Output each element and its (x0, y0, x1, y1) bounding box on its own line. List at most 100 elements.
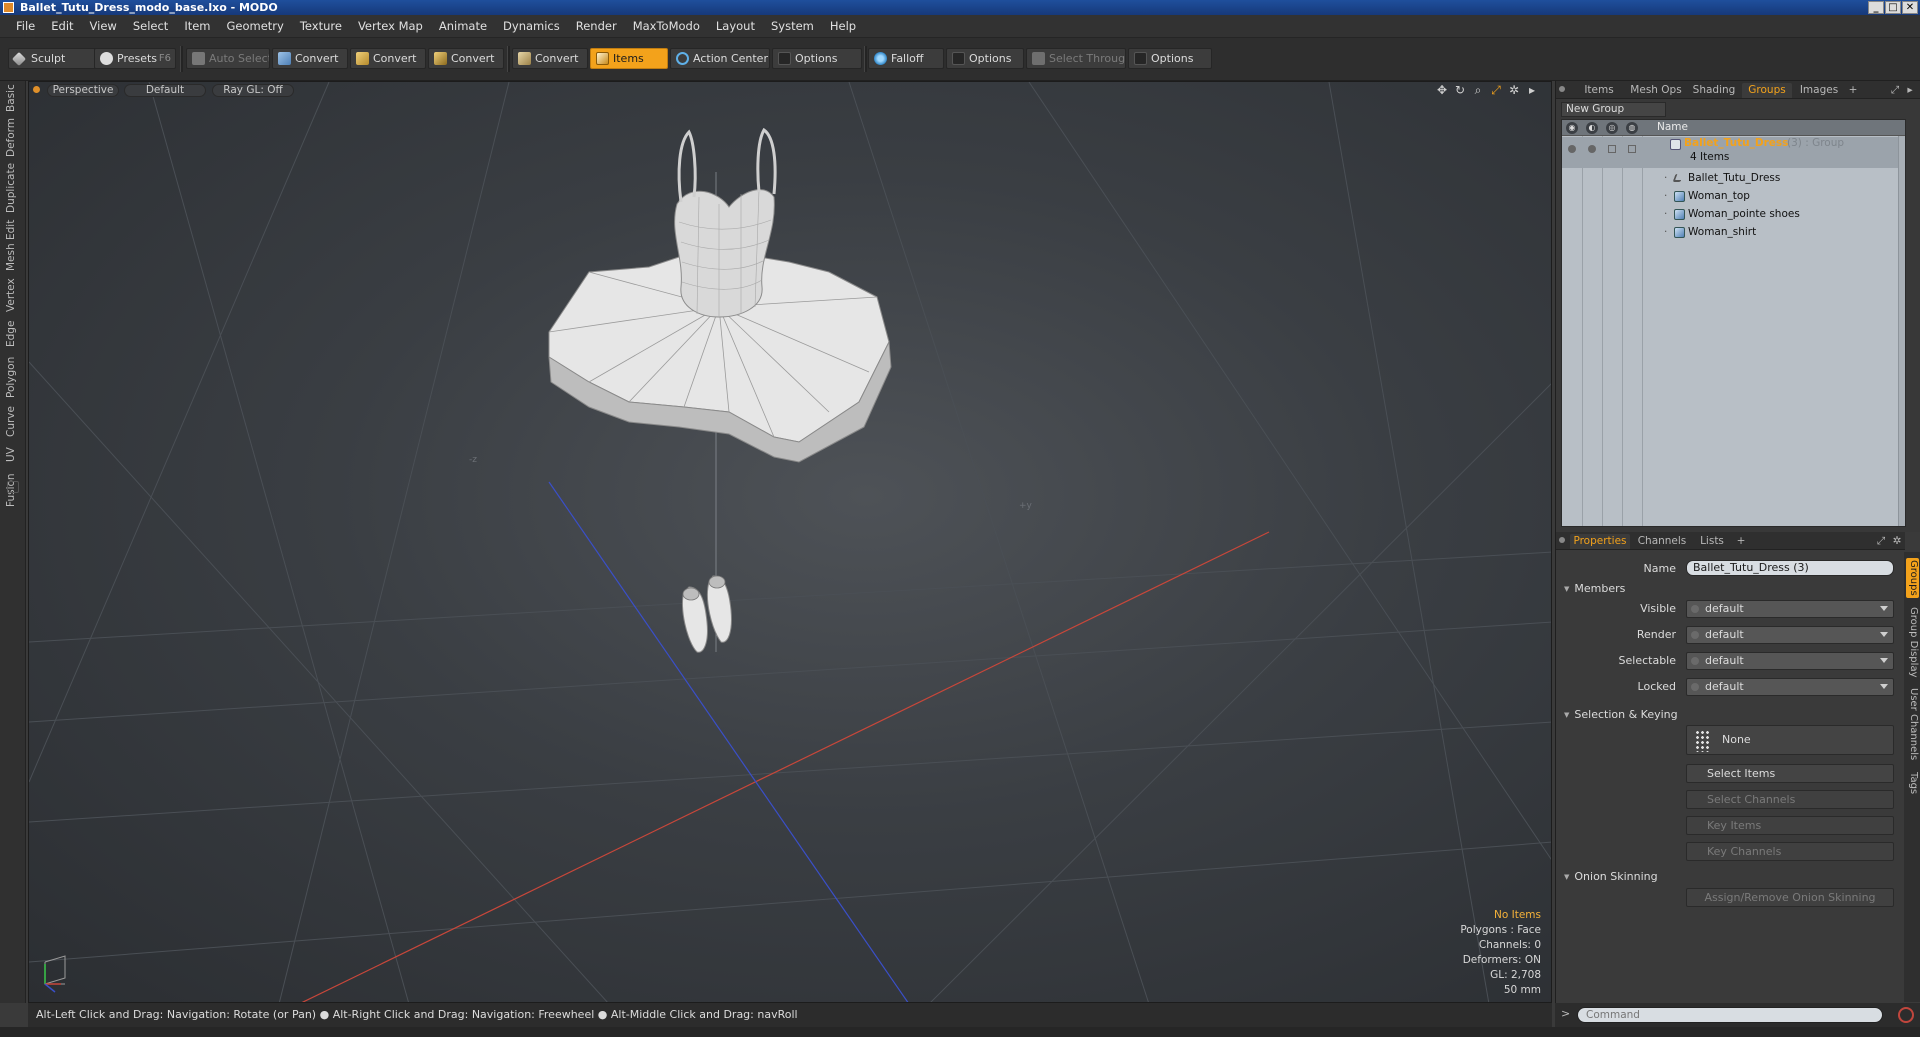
view-type-dropdown[interactable]: Perspective (47, 84, 119, 97)
stop-icon[interactable] (1898, 1007, 1914, 1023)
menu-system[interactable]: System (763, 19, 822, 33)
select-toggle-icon[interactable] (1628, 145, 1636, 153)
tab-items[interactable]: Items (1574, 83, 1624, 98)
select-through-options-button[interactable]: Options (1128, 48, 1212, 69)
auto-select-button[interactable]: Auto Select (186, 48, 270, 69)
tab-mesh-ops[interactable]: Mesh Ops (1626, 83, 1686, 98)
visibility-column-eye-icon[interactable]: ◉ (1566, 122, 1578, 134)
tab-polygon[interactable]: Polygon (5, 355, 21, 399)
menu-edit[interactable]: Edit (43, 19, 81, 33)
viewport-menu-icon[interactable] (33, 86, 40, 93)
convert-button-4[interactable]: Convert (512, 48, 588, 69)
tree-scrollbar[interactable] (1898, 136, 1905, 526)
shading-dropdown[interactable]: Default (124, 84, 206, 97)
command-history-arrow-icon[interactable]: > (1561, 1007, 1570, 1020)
tab-vertex[interactable]: Vertex (5, 277, 21, 313)
gear-icon[interactable]: ✲ (1890, 534, 1904, 549)
close-button[interactable]: ✕ (1902, 1, 1918, 14)
render-toggle-icon[interactable] (1588, 145, 1596, 153)
assign-onion-skinning-button[interactable]: Assign/Remove Onion Skinning (1686, 888, 1894, 907)
tree-item-woman-shirt[interactable]: · Woman_shirt (1562, 223, 1905, 241)
selectable-dropdown[interactable]: default (1686, 652, 1894, 670)
key-channels-button[interactable]: Key Channels (1686, 842, 1894, 861)
group-row-ballet-tutu-dress[interactable]: Ballet_Tutu_Dress (3) : Group 4 Items (1562, 137, 1905, 168)
menu-render[interactable]: Render (568, 19, 625, 33)
action-center-options-button[interactable]: Options (772, 48, 862, 69)
minimize-button[interactable]: _ (1868, 1, 1884, 14)
tab-mesh-edit[interactable]: Mesh Edit (5, 219, 21, 271)
presets-button[interactable]: Presets F6 (94, 48, 176, 69)
items-mode-button[interactable]: Items (590, 48, 668, 69)
tab-deform[interactable]: Deform (5, 118, 21, 157)
panel-menu-icon[interactable] (1559, 537, 1565, 543)
expand-panel-icon[interactable]: ⤢ (1874, 534, 1888, 549)
tab-uv[interactable]: UV (5, 445, 21, 465)
visible-dropdown[interactable]: default (1686, 600, 1894, 618)
select-items-button[interactable]: Select Items (1686, 764, 1894, 783)
menu-file[interactable]: File (8, 19, 43, 33)
3d-viewport[interactable]: -z +y Perspective Default Ray GL: Off ✥ … (28, 81, 1552, 1003)
tab-lists[interactable]: Lists (1692, 534, 1732, 549)
menu-help[interactable]: Help (822, 19, 864, 33)
gear-icon[interactable]: ✲ (1507, 83, 1521, 98)
tree-item-woman-pointe-shoes[interactable]: · Woman_pointe shoes (1562, 205, 1905, 223)
side-tab-tags[interactable]: Tags (1906, 768, 1919, 798)
tab-duplicate[interactable]: Duplicate (5, 163, 21, 213)
menu-texture[interactable]: Texture (292, 19, 350, 33)
tree-item-woman-top[interactable]: · Woman_top (1562, 187, 1905, 205)
side-tab-groups[interactable]: Groups (1906, 558, 1919, 598)
members-section[interactable]: Members (1564, 582, 1625, 595)
tab-shading[interactable]: Shading (1688, 83, 1740, 98)
tab-images[interactable]: Images (1794, 83, 1844, 98)
menu-view[interactable]: View (82, 19, 125, 33)
render-column-icon[interactable]: ◐ (1586, 122, 1598, 134)
menu-maxtomodo[interactable]: MaxToModo (625, 19, 708, 33)
side-tab-group-display[interactable]: Group Display (1906, 604, 1919, 680)
lock-column-icon[interactable]: ◎ (1606, 122, 1618, 134)
new-group-button[interactable]: New Group (1561, 102, 1666, 117)
maximize-button[interactable]: □ (1885, 1, 1901, 14)
menu-item[interactable]: Item (176, 19, 218, 33)
raygl-toggle[interactable]: Ray GL: Off (212, 84, 294, 97)
rotate-icon[interactable]: ↻ (1453, 83, 1467, 98)
tab-basic[interactable]: Basic (5, 83, 21, 113)
menu-vertex-map[interactable]: Vertex Map (350, 19, 431, 33)
key-items-button[interactable]: Key Items (1686, 816, 1894, 835)
none-button[interactable]: None (1686, 725, 1894, 755)
group-name-field[interactable]: Ballet_Tutu_Dress (3) (1686, 560, 1894, 576)
add-tab-button[interactable]: + (1846, 83, 1860, 98)
side-tab-user-channels[interactable]: User Channels (1906, 686, 1919, 762)
convert-button-3[interactable]: Convert (428, 48, 504, 69)
panel-menu-icon[interactable] (1559, 86, 1565, 92)
expand-arrow-icon[interactable]: ▸ (1525, 83, 1539, 98)
tab-properties[interactable]: Properties (1570, 534, 1630, 549)
tab-groups[interactable]: Groups (1742, 83, 1792, 98)
command-input[interactable]: Command (1577, 1007, 1883, 1023)
tab-curve[interactable]: Curve (5, 405, 21, 439)
convert-button-1[interactable]: Convert (272, 48, 348, 69)
pan-icon[interactable]: ✥ (1435, 83, 1449, 98)
menu-dynamics[interactable]: Dynamics (495, 19, 568, 33)
tab-edge[interactable]: Edge (5, 319, 21, 349)
tab-add-icon[interactable] (7, 481, 19, 493)
tree-item-ballet-tutu-dress[interactable]: · Ballet_Tutu_Dress (1562, 169, 1905, 187)
name-column-header[interactable]: Name (1657, 121, 1688, 133)
menu-select[interactable]: Select (125, 19, 176, 33)
sculpt-button[interactable]: Sculpt (8, 48, 96, 69)
onion-skinning-section[interactable]: Onion Skinning (1564, 870, 1657, 883)
menu-layout[interactable]: Layout (708, 19, 763, 33)
panel-arrow-icon[interactable]: ▸ (1904, 83, 1916, 98)
falloff-button[interactable]: Falloff (868, 48, 944, 69)
locked-dropdown[interactable]: default (1686, 678, 1894, 696)
select-column-icon[interactable]: ◍ (1626, 122, 1638, 134)
expand-panel-icon[interactable]: ⤢ (1888, 83, 1902, 98)
menu-geometry[interactable]: Geometry (219, 19, 292, 33)
select-channels-button[interactable]: Select Channels (1686, 790, 1894, 809)
convert-button-2[interactable]: Convert (350, 48, 426, 69)
selection-keying-section[interactable]: Selection & Keying (1564, 708, 1677, 721)
lock-toggle-icon[interactable] (1608, 145, 1616, 153)
fit-icon[interactable]: ⤢ (1489, 83, 1503, 98)
zoom-icon[interactable]: ⌕ (1471, 83, 1485, 98)
select-through-button[interactable]: Select Through (1026, 48, 1126, 69)
falloff-options-button[interactable]: Options (946, 48, 1024, 69)
